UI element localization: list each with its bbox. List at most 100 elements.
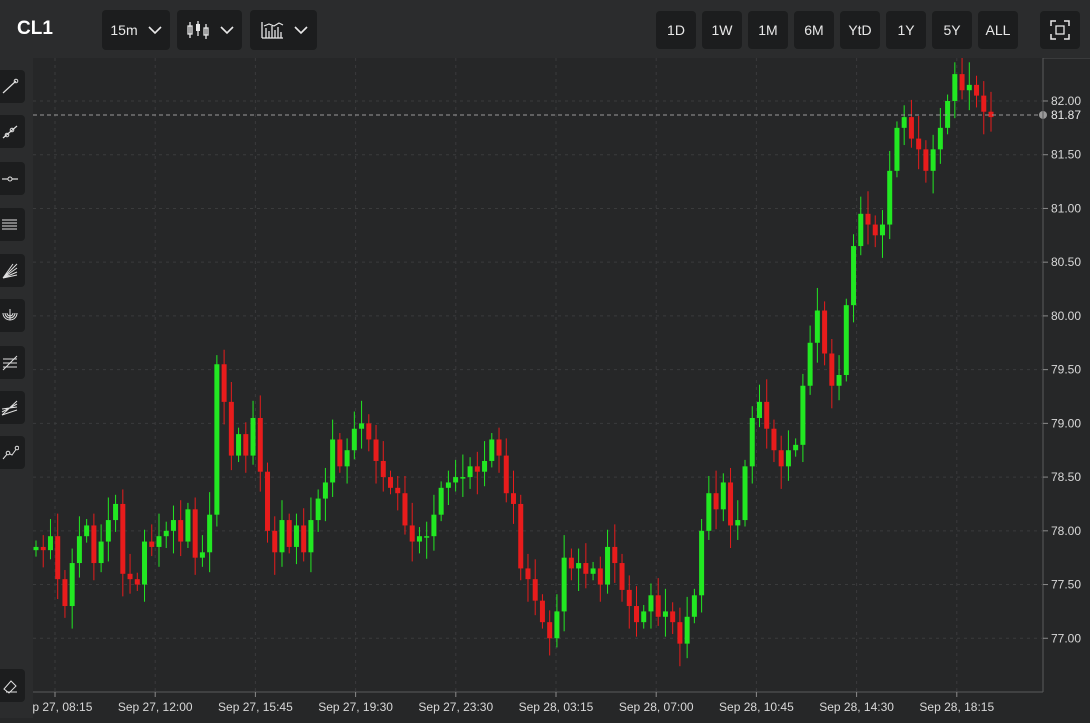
candle-body [670,611,676,623]
candle-body [388,477,394,488]
candle-body [728,482,734,526]
candle-body [605,546,611,585]
chevron-down-icon [293,25,308,34]
range-label: 5Y [943,22,961,38]
candle-body [677,622,683,644]
trend-line-tool[interactable] [0,70,25,103]
candle-body [829,353,835,386]
candle-body [192,509,198,558]
range-button-1y[interactable]: 1Y [886,11,926,49]
chart-type-dropdown[interactable] [177,10,242,50]
candle-body [142,541,148,585]
candle-body [691,595,697,617]
y-tick-label: 82.00 [1051,94,1081,108]
candle-body [460,477,466,479]
fib-arc-tool[interactable] [0,299,25,332]
candle-body [945,100,951,128]
candle-body [279,520,285,553]
range-button-1d[interactable]: 1D [656,11,696,49]
parallel-channel-tool[interactable] [0,208,25,241]
remove-drawings-tool[interactable] [0,669,25,702]
remove-drawings-icon [2,679,17,694]
indicators-icon [260,22,283,39]
candle-body [337,439,343,467]
horizontal-line-tool[interactable] [0,162,25,195]
ray-line-tool[interactable] [0,115,25,148]
candle-body [814,310,820,343]
x-tick-label: Sep 28, 03:15 [519,700,594,714]
candle-body [568,557,574,569]
candle-body [431,514,437,537]
x-tick-label: Sep 28, 07:00 [619,700,694,714]
range-button-5y[interactable]: 5Y [932,11,972,49]
candle-body [966,84,972,91]
range-label: 1M [758,22,778,38]
candle-body [330,439,336,483]
candle-body [250,417,256,456]
candle-body [395,487,401,494]
top-toolbar: CL1 15m 1D 1W 1M 6M YtD 1Y 5Y ALL [0,0,1090,59]
fullscreen-button[interactable] [1040,11,1080,49]
candle-body [236,434,242,456]
candle-body [315,498,321,521]
range-label: YtD [848,22,872,38]
horizontal-line-icon [1,176,18,181]
range-button-ytd[interactable]: YtD [840,11,880,49]
x-axis-ticks: Sep 27, 08:15 Sep 27, 12:00 Sep 27, 15:45 S… [18,692,994,714]
candle-body [793,444,799,451]
candle-body [836,375,842,386]
candle-body [402,493,408,526]
candle-body [221,364,227,402]
candle-body [916,138,922,150]
candle-body [308,520,314,553]
candle-body [981,95,987,112]
range-button-1w[interactable]: 1W [702,11,742,49]
candle-body [583,563,589,574]
range-button-6m[interactable]: 6M [794,11,834,49]
interval-label: 15m [110,22,138,38]
candle-body [69,563,75,607]
candle-body [359,423,365,429]
indicators-dropdown[interactable] [250,10,317,50]
candle-body [489,439,495,461]
y-tick-label: 78.00 [1051,524,1081,538]
candle-body [749,417,755,467]
symbol-label: CL1 [17,18,53,39]
price-chart[interactable]: 77.00 77.50 78.00 78.50 79.00 79.50 80.00 80.50… [18,56,1090,718]
fullscreen-icon [1050,20,1070,40]
candle-body [199,552,205,558]
x-tick-label: Sep 28, 18:15 [919,700,994,714]
y-tick-label: 81.50 [1051,148,1081,162]
candle-body [720,482,726,510]
candle-body [706,493,712,531]
range-button-1m[interactable]: 1M [748,11,788,49]
last-price-label: 81.87 [1051,108,1081,122]
candle-body [344,450,350,467]
candle-body [771,428,777,451]
candle-body [655,595,661,617]
candle-body [518,503,524,569]
candle-body [923,149,929,171]
candle-body [959,74,965,91]
candle-body [467,466,473,478]
candle-body [351,428,357,451]
candle-body [453,477,459,483]
gann-fan-tool[interactable] [0,391,25,424]
polyline-tool[interactable] [0,436,25,469]
candle-body [409,525,415,542]
candle-body [612,546,618,564]
y-tick-label: 77.00 [1051,631,1081,645]
candle-body [937,127,943,150]
candle-body [301,525,307,553]
fib-fan-tool[interactable] [0,254,25,287]
candle-body [851,246,857,306]
candlestick-chart[interactable]: 77.00 77.50 78.00 78.50 79.00 79.50 80.00 80.50… [18,56,1090,718]
range-button-all[interactable]: ALL [978,11,1018,49]
candle-body [134,579,140,585]
candle-body [76,536,82,564]
candle-body [265,471,271,531]
candle-body [597,568,603,585]
fib-retracement-tool[interactable] [0,346,25,379]
y-tick-label: 81.00 [1051,201,1081,215]
interval-dropdown[interactable]: 15m [102,10,170,50]
